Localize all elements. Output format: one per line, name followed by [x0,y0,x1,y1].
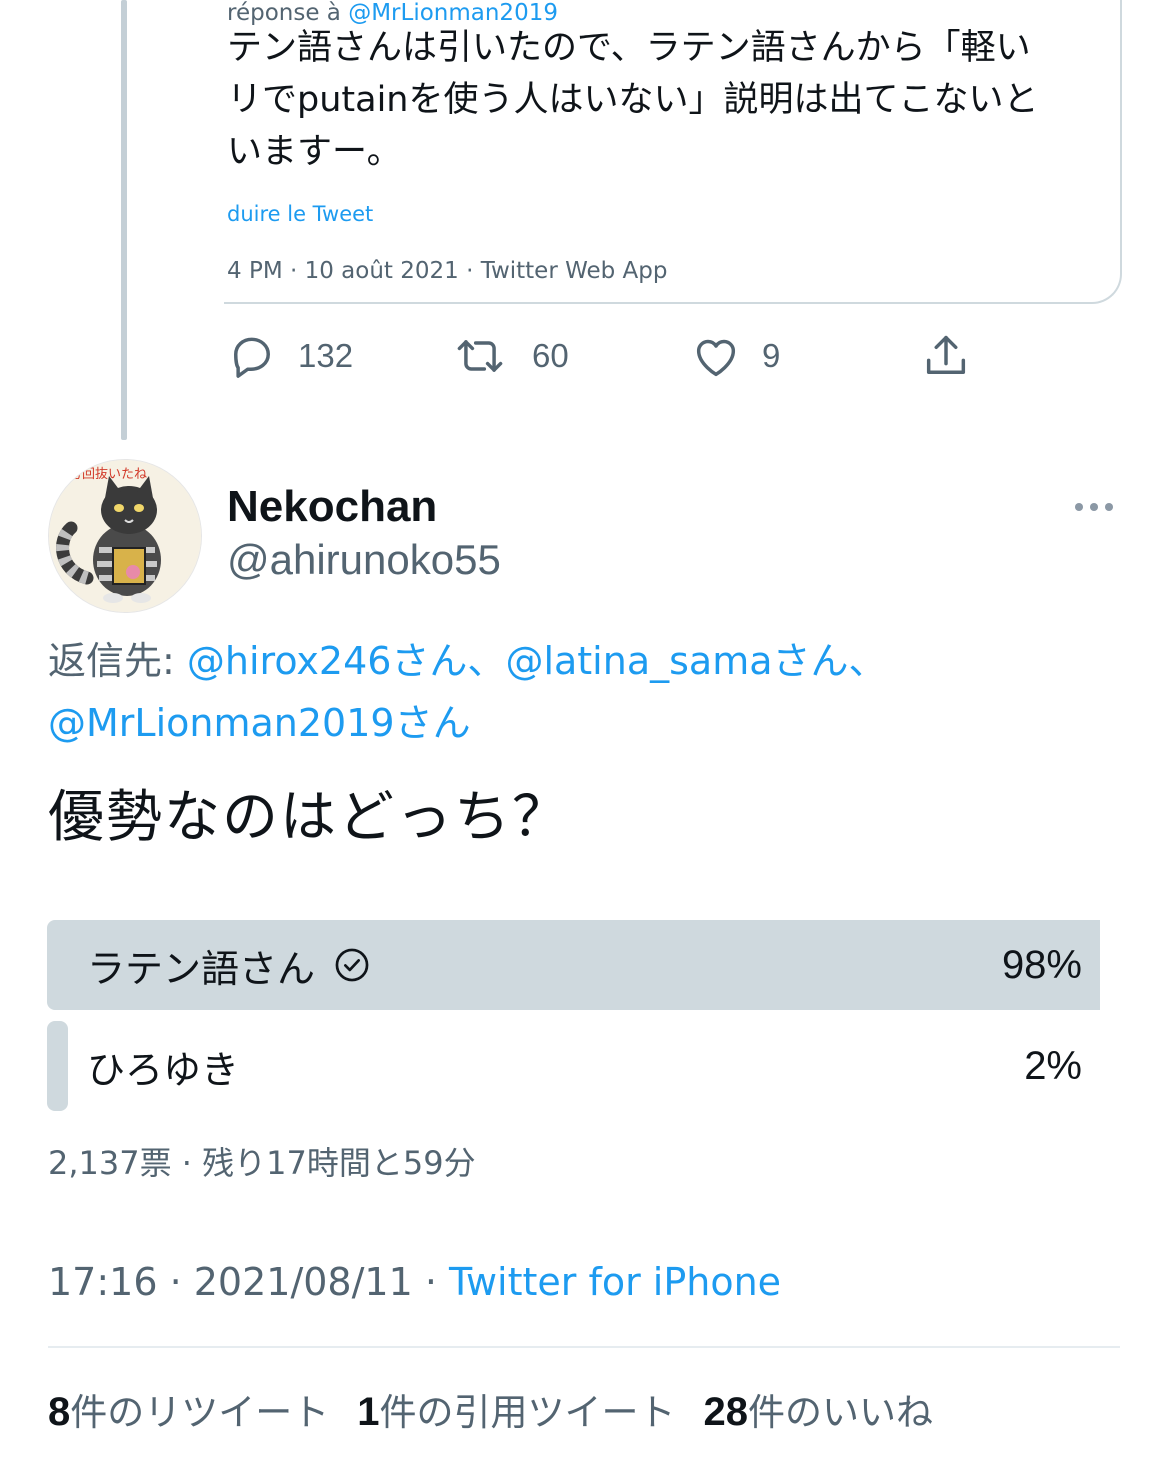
retweet-button[interactable]: 60 [454,326,569,386]
replying-to: 返信先: @hirox246さん、@latina_samaさん、 @MrLionm… [48,630,1128,754]
poll-option: ひろゆき 2% [47,1021,1100,1111]
share-icon [926,335,966,374]
likes-label: 件のいいね [748,1391,933,1434]
poll-option-percent: 98% [1001,942,1082,987]
tweet-detail-page: réponse à @MrLionman2019 テン語さんは引いたので、ラテン… [0,0,1169,1464]
author-handle[interactable]: @ahirunoko55 [227,536,501,584]
poll-option-percent: 2% [1024,1043,1082,1088]
poll-option-label: ラテン語さん [87,920,371,1010]
tweet-source-link[interactable]: Twitter for iPhone [449,1260,781,1304]
quotes-label: 件の引用ツイート [379,1391,676,1434]
quotes-number: 1 [357,1390,380,1434]
mention-link-latina-sama[interactable]: @latina_samaさん [505,639,848,683]
quoted-tweet-meta: 4 PM · 10 août 2021 · Twitter Web App [227,258,668,284]
retweets-label: 件のリツイート [70,1391,330,1434]
cat-avatar-illustration: 万回抜いたね [49,460,201,612]
translate-tweet-link[interactable]: duire le Tweet [227,202,373,226]
like-button[interactable]: 9 [690,326,780,386]
poll-option-text: ひろゆき [87,1047,240,1092]
svg-text:万回抜いたね: 万回抜いたね [69,466,147,482]
tweet-text: 優勢なのはどっち？ [48,785,570,850]
tweet-time-date: 17:16 · 2021/08/11 · [48,1260,450,1304]
poll-result-bar [47,1021,68,1111]
like-count: 9 [762,337,781,374]
poll-votes-and-time-left: 2,137票 · 残り17時間と59分 [48,1144,476,1182]
retweet-count: 60 [532,337,569,374]
divider [48,1346,1120,1348]
mention-separator: 、 [467,639,506,683]
like-icon [696,339,736,377]
quoted-tweet-card[interactable]: réponse à @MrLionman2019 テン語さんは引いたので、ラテン… [224,0,1122,304]
retweets-stat[interactable]: 8件のリツイート [48,1390,330,1434]
retweets-number: 8 [48,1390,71,1434]
more-options-icon[interactable] [1071,495,1117,519]
quotes-stat[interactable]: 1件の引用ツイート [357,1390,676,1434]
mention-link-mrlionman2019[interactable]: @MrLionman2019さん [48,701,471,745]
reply-icon [234,337,270,378]
share-button[interactable] [920,326,972,386]
check-circle-icon [335,948,369,982]
tweet-timestamp: 17:16 · 2021/08/11 · Twitter for iPhone [48,1260,781,1304]
reply-button[interactable]: 132 [226,326,353,386]
quoted-tweet-text: テン語さんは引いたので、ラテン語さんから「軽い リでputainを使う人はいない… [227,28,1039,172]
replying-to-prefix: 返信先: [48,639,187,683]
poll-option-label: ひろゆき [87,1021,239,1111]
mention-separator: 、 [848,639,887,683]
mention-link-hirox246[interactable]: @hirox246さん [187,639,468,683]
engagement-stats: 8件のリツイート 1件の引用ツイート 28件のいいね [48,1382,933,1436]
poll-option-text: ラテン語さん [87,946,316,991]
retweet-icon [457,340,503,372]
author-avatar[interactable]: 万回抜いたね [48,459,202,613]
tweet-action-bar: 132 60 9 [226,326,1006,386]
likes-stat[interactable]: 28件のいいね [703,1390,934,1434]
reply-count: 132 [298,337,354,374]
author-display-name[interactable]: Nekochan [227,482,437,532]
likes-number: 28 [703,1390,749,1434]
poll-option: ラテン語さん 98% [47,920,1100,1010]
thread-connector-line [121,0,127,440]
